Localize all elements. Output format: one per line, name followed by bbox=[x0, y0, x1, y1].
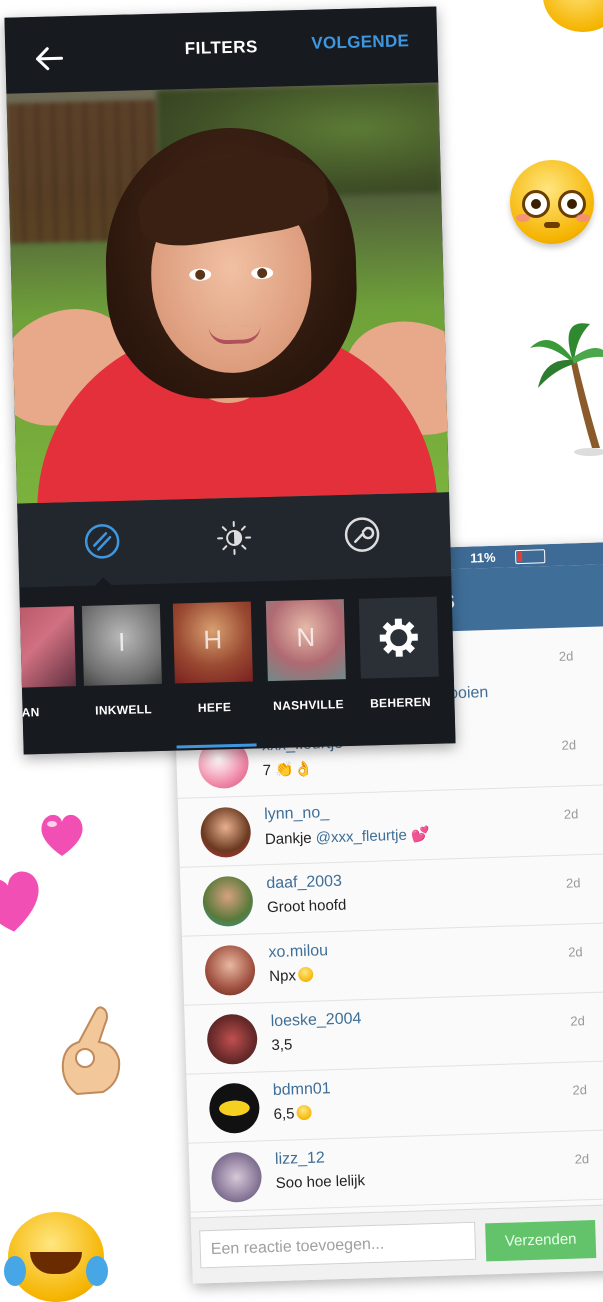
grinning-face-emoji-icon bbox=[543, 0, 603, 32]
filter-thumb-nashville[interactable]: N bbox=[265, 599, 346, 682]
heart-emoji-icon bbox=[0, 850, 48, 934]
battery-icon bbox=[514, 549, 546, 565]
flushed-face-emoji-icon bbox=[510, 160, 594, 244]
filter-thumb-hefe[interactable]: H bbox=[172, 601, 253, 684]
comment-text: 3,5 bbox=[271, 1036, 293, 1055]
comment-text: Soo hoe lelijk bbox=[275, 1172, 366, 1192]
comment-compose-bar: Een reactie toevoegen... Verzenden bbox=[190, 1203, 603, 1284]
comment-row: xo.milou Npx 2d bbox=[181, 922, 603, 1006]
filter-label[interactable]: NASHVILLE bbox=[260, 697, 356, 714]
comment-username[interactable]: bdmn01 bbox=[273, 1080, 331, 1100]
avatar[interactable] bbox=[206, 1013, 258, 1066]
ok-hand-emoji-icon bbox=[55, 1002, 125, 1098]
wrench-icon[interactable] bbox=[342, 514, 383, 555]
comment-text: Groot hoofd bbox=[266, 896, 347, 917]
comment-row: lynn_no_ Dankje @xxx_fleurtje 💕 2d bbox=[177, 784, 603, 868]
face-with-tears-of-joy-emoji-icon bbox=[4, 1212, 108, 1302]
comment-time: 2d bbox=[565, 875, 581, 891]
brightness-icon[interactable] bbox=[214, 517, 255, 558]
edit-tools-bar bbox=[17, 492, 452, 588]
relieved-face-emoji-icon bbox=[296, 1104, 312, 1121]
filter-thumb-partial[interactable] bbox=[4, 606, 76, 689]
smiling-face-emoji-icon bbox=[297, 966, 314, 983]
avatar[interactable] bbox=[204, 944, 256, 997]
avatar[interactable] bbox=[202, 875, 254, 928]
comment-username[interactable]: xo.milou bbox=[268, 942, 328, 962]
comment-username[interactable]: loeske_2004 bbox=[270, 1010, 361, 1031]
battery-percent: 11% bbox=[469, 549, 496, 566]
comment-text: Dankje @xxx_fleurtje 💕 bbox=[264, 825, 430, 849]
comment-time: 2d bbox=[563, 806, 579, 822]
send-button[interactable]: Verzenden bbox=[485, 1219, 597, 1262]
comment-time: 2d bbox=[570, 1013, 586, 1029]
filter-strip: I H N AN INKWELL HEFE NASHVILLE BEHEREN bbox=[4, 576, 456, 755]
avatar[interactable] bbox=[208, 1082, 261, 1135]
filter-label[interactable]: BEHEREN bbox=[352, 694, 448, 711]
next-button[interactable]: VOLGENDE bbox=[311, 31, 409, 54]
comment-username[interactable]: lizz_12 bbox=[275, 1149, 325, 1169]
comment-time: 2d bbox=[561, 737, 577, 753]
comment-text: 6,5 bbox=[273, 1104, 312, 1123]
filter-icon[interactable] bbox=[82, 521, 123, 562]
filters-screenshot: FILTERS VOLGENDE I H N AN INKWELL HEFE N… bbox=[4, 6, 456, 755]
comment-row: bdmn01 6,5 2d bbox=[186, 1060, 603, 1144]
comment-time: 2d bbox=[558, 648, 574, 664]
comment-time: 2d bbox=[574, 1151, 590, 1167]
comment-row: daaf_2003 Groot hoofd 2d bbox=[179, 853, 603, 937]
selected-filter-indicator bbox=[176, 743, 257, 749]
filter-label[interactable]: HEFE bbox=[166, 699, 262, 716]
comment-username[interactable]: lynn_no_ bbox=[264, 804, 329, 824]
manage-filters-button[interactable] bbox=[358, 596, 439, 679]
comment-username[interactable]: daaf_2003 bbox=[266, 873, 342, 893]
photo-preview bbox=[6, 82, 450, 504]
comment-time: 2d bbox=[572, 1082, 588, 1098]
avatar[interactable] bbox=[199, 806, 252, 859]
filter-thumb-inkwell[interactable]: I bbox=[81, 603, 162, 686]
comment-row: lizz_12 Soo hoe lelijk 2d bbox=[188, 1129, 603, 1213]
comment-input[interactable]: Een reactie toevoegen... bbox=[199, 1221, 477, 1269]
avatar[interactable] bbox=[210, 1151, 263, 1203]
comment-time: 2d bbox=[567, 944, 583, 960]
gear-icon bbox=[379, 618, 418, 657]
filter-label[interactable]: INKWELL bbox=[75, 702, 171, 719]
filter-label[interactable]: AN bbox=[4, 704, 78, 721]
comment-text: 7 👏👌 bbox=[262, 760, 313, 780]
mention-link[interactable]: @xxx_fleurtje bbox=[316, 827, 408, 847]
filters-top-bar: FILTERS VOLGENDE bbox=[4, 6, 439, 94]
palm-tree-emoji-icon bbox=[530, 318, 603, 458]
comment-text: Npx bbox=[269, 966, 314, 985]
comment-row: loeske_2004 3,5 2d bbox=[184, 991, 603, 1075]
